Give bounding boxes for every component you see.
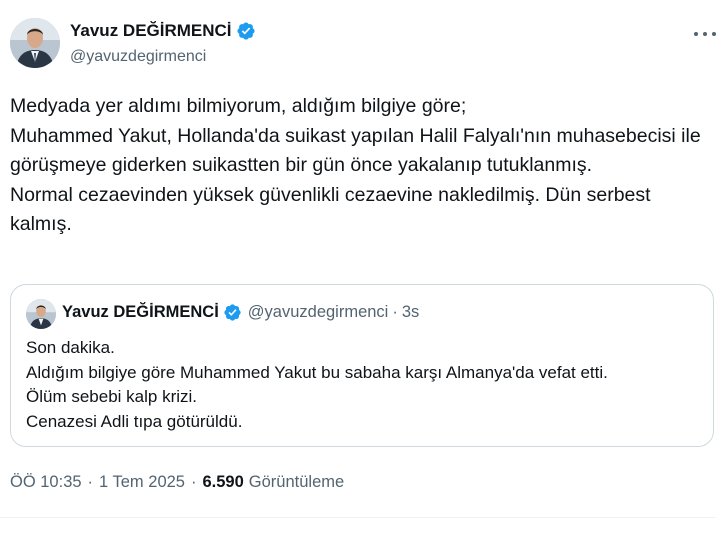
tweet-time[interactable]: ÖÖ 10:35 bbox=[10, 473, 82, 492]
author-name-row[interactable]: Yavuz DEĞİRMENCİ bbox=[70, 21, 256, 41]
tweet-meta: ÖÖ 10:35 · 1 Tem 2025 · 6.590 Görüntülem… bbox=[10, 473, 344, 492]
quoted-avatar bbox=[26, 299, 56, 329]
quoted-tweet[interactable]: Yavuz DEĞİRMENCİ @yavuzdegirmenci · 3s S… bbox=[10, 284, 714, 447]
quoted-author-name: Yavuz DEĞİRMENCİ bbox=[62, 303, 219, 321]
quoted-separator: · bbox=[392, 303, 398, 321]
verified-badge-icon bbox=[223, 303, 242, 322]
author-handle[interactable]: @yavuzdegirmenci bbox=[70, 48, 206, 66]
meta-separator: · bbox=[190, 473, 197, 491]
tweet: Yavuz DEĞİRMENCİ @yavuzdegirmenci Medyad… bbox=[0, 0, 716, 537]
divider bbox=[0, 517, 716, 518]
avatar[interactable] bbox=[10, 18, 60, 68]
verified-badge-icon bbox=[236, 21, 256, 41]
author-name[interactable]: Yavuz DEĞİRMENCİ bbox=[70, 21, 232, 41]
views-label: Görüntüleme bbox=[248, 473, 345, 491]
tweet-date[interactable]: 1 Tem 2025 bbox=[99, 473, 185, 492]
meta-separator: · bbox=[87, 473, 94, 491]
quoted-author-handle: @yavuzdegirmenci bbox=[247, 303, 389, 321]
more-horizontal-icon[interactable] bbox=[692, 24, 716, 44]
quoted-header: Yavuz DEĞİRMENCİ @yavuzdegirmenci · 3s bbox=[62, 303, 419, 322]
quoted-time: 3s bbox=[401, 303, 420, 321]
quoted-text: Son dakika. Aldığım bilgiye göre Muhamme… bbox=[26, 338, 608, 431]
tweet-text: Medyada yer aldımı bilmiyorum, aldığım b… bbox=[10, 95, 701, 235]
views-count: 6.590 bbox=[202, 473, 244, 491]
